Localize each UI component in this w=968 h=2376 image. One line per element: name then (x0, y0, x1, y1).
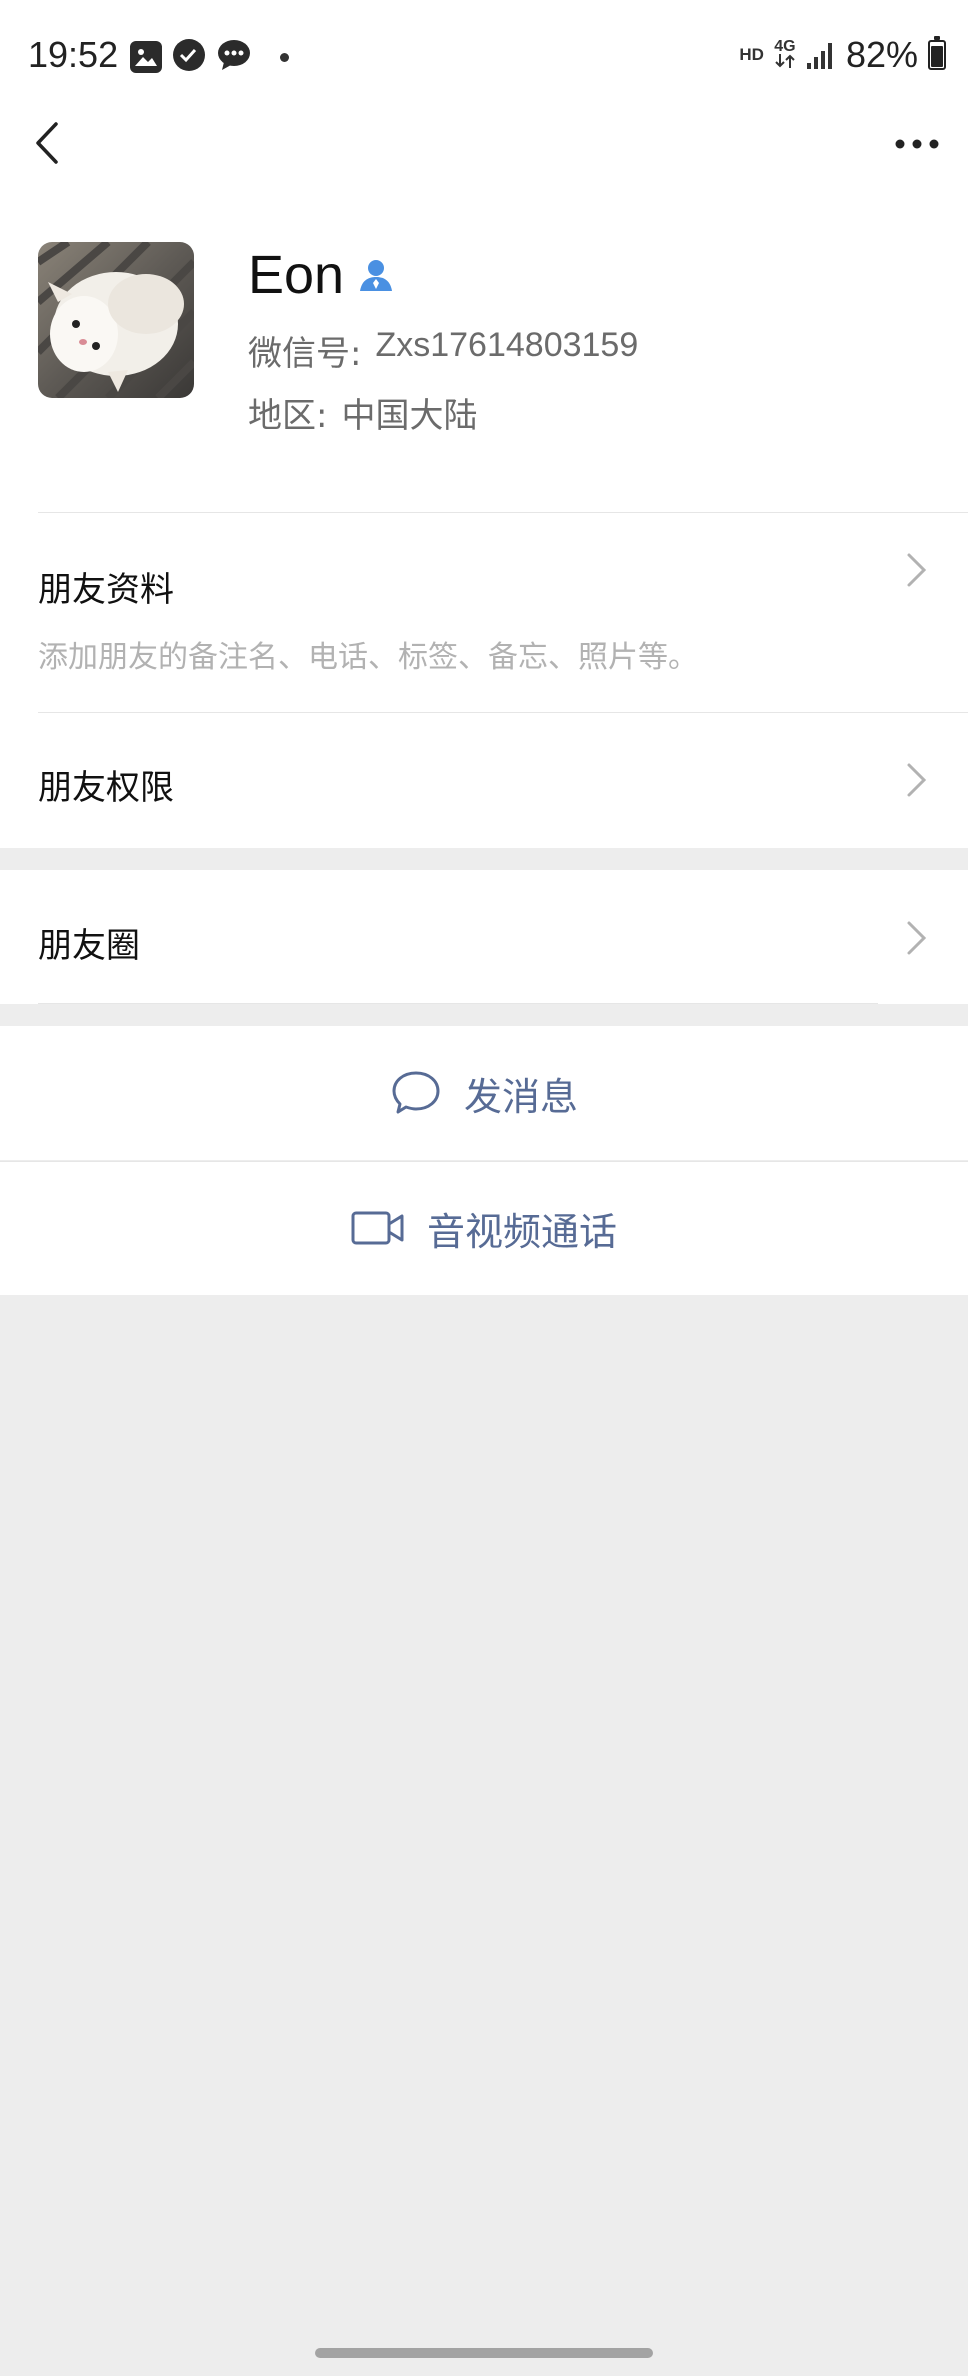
battery-percent: 82% (845, 34, 918, 75)
video-camera-icon (351, 1211, 404, 1245)
more-notifications-dot (280, 52, 289, 62)
send-message-label: 发消息 (463, 1074, 578, 1119)
avatar[interactable] (38, 242, 194, 398)
moments-title: 朋友圈 (38, 926, 140, 966)
friend-info-row[interactable]: 朋友资料 添加朋友的备注名、电话、标签、备忘、照片等。 (0, 512, 968, 712)
hd-indicator: HD (739, 45, 764, 64)
wechat-id-value: Zxs17614803159 (375, 326, 639, 364)
cat-photo-icon (38, 242, 194, 398)
video-call-button[interactable]: 音视频通话 (0, 1161, 968, 1295)
task-icon (172, 38, 206, 76)
chevron-right-icon (907, 553, 927, 587)
profile-card: Eon 微信号: Zxs17614803159 地区: 中国大陆 (0, 180, 968, 512)
network-label: 4G (774, 38, 796, 55)
nav-bar (0, 110, 968, 180)
send-message-button[interactable]: 发消息 (0, 1026, 968, 1160)
region-row: 地区: 中国大陆 (248, 388, 477, 437)
network-indicator: 4G (774, 39, 796, 71)
contact-profile-screen: 19:52 HD 4G 82% Eon 微信号: Zxs17614803159 … (0, 0, 968, 2376)
status-right: HD 4G 82% (739, 34, 946, 76)
contact-name-row: Eon (248, 244, 396, 306)
divider (38, 712, 968, 713)
more-button[interactable] (890, 124, 944, 164)
video-call-label: 音视频通话 (426, 1209, 617, 1254)
data-arrows-icon (775, 54, 795, 68)
status-time: 19:52 (28, 34, 119, 75)
battery-fill (931, 45, 943, 67)
wechat-id-row: 微信号: Zxs17614803159 (248, 326, 638, 375)
home-indicator[interactable] (315, 2348, 653, 2358)
battery-icon (928, 36, 946, 70)
notification-icons (130, 38, 289, 76)
chevron-right-icon (907, 763, 927, 797)
chevron-right-icon (907, 921, 927, 955)
region-value: 中国大陆 (341, 396, 478, 436)
contact-person-icon (360, 260, 393, 291)
gallery-icon (130, 41, 162, 73)
signal-icon (806, 43, 832, 69)
divider (38, 512, 968, 513)
divider (38, 1003, 878, 1004)
friend-permissions-title: 朋友权限 (38, 768, 174, 808)
more-dots-icon (895, 139, 939, 149)
status-bar: 19:52 HD 4G 82% (0, 0, 968, 110)
moments-row[interactable]: 朋友圈 (0, 870, 968, 1004)
divider (0, 1161, 968, 1162)
friend-info-description: 添加朋友的备注名、电话、标签、备忘、照片等。 (38, 640, 698, 675)
chevron-left-icon (36, 122, 58, 164)
chat-bubble-icon (392, 1071, 440, 1114)
friend-permissions-row[interactable]: 朋友权限 (0, 712, 968, 848)
friend-info-title: 朋友资料 (38, 570, 174, 610)
region-label: 地区: (248, 396, 328, 436)
message-icon (216, 38, 252, 76)
wechat-id-label: 微信号: (248, 334, 362, 374)
contact-name: Eon (248, 245, 345, 305)
back-button[interactable] (24, 118, 74, 168)
